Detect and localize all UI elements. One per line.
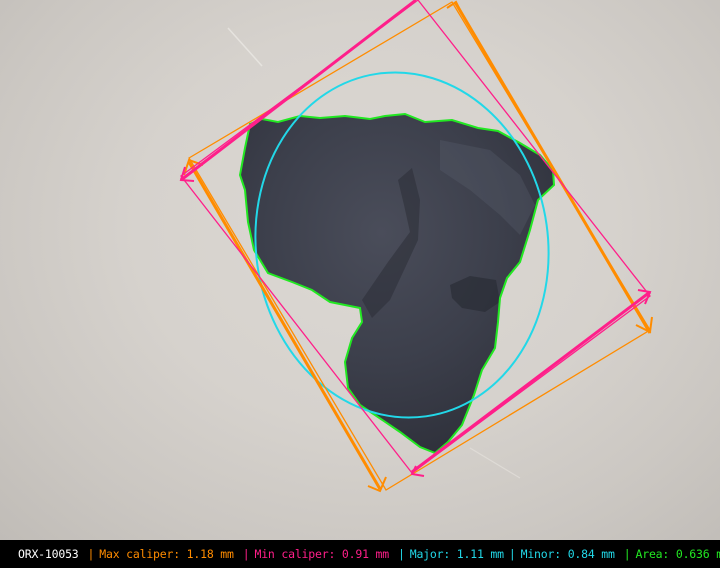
caption-separator: | — [623, 547, 631, 561]
microscope-image — [0, 0, 720, 540]
background-scratch — [469, 447, 521, 479]
major-axis-value: 1.11 mm — [456, 547, 504, 561]
minor-axis-value: 0.84 mm — [567, 547, 615, 561]
measurement-overlay — [179, 0, 653, 493]
minor-axis-label: Minor: — [520, 547, 562, 561]
max-caliper-label: Max caliper: — [99, 547, 180, 561]
caption-separator: | — [242, 547, 250, 561]
measurement-caption-bar: ORX-10053 | Max caliper: 1.18 mm | Min c… — [0, 540, 720, 568]
caption-separator: | — [397, 547, 405, 561]
area-value: 0.636 mm2 — [675, 547, 720, 561]
background-scratch — [227, 27, 263, 67]
major-axis-label: Major: — [409, 547, 451, 561]
sample-id: ORX-10053 — [18, 547, 79, 561]
max-caliper-value: 1.18 mm — [186, 547, 234, 561]
caption-separator: | — [87, 547, 95, 561]
area-label: Area: — [635, 547, 670, 561]
min-caliper-label: Min caliper: — [254, 547, 336, 561]
min-caliper-value: 0.91 mm — [341, 547, 389, 561]
image-viewer: ORX-10053 | Max caliper: 1.18 mm | Min c… — [0, 0, 720, 568]
caption-separator: | — [508, 547, 516, 561]
